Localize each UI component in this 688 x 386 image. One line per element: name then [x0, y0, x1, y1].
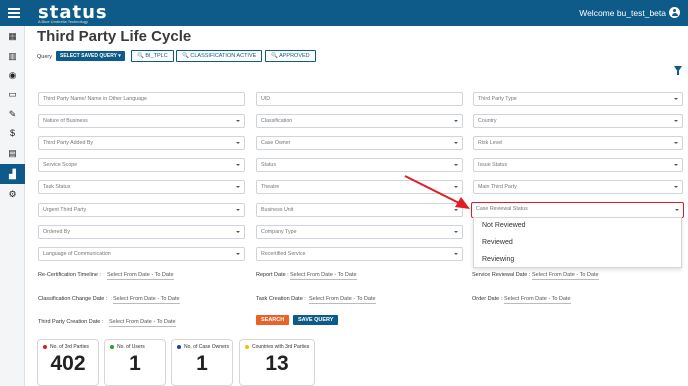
annotation-arrow: [404, 175, 470, 209]
arrow-shaft: [404, 175, 460, 204]
